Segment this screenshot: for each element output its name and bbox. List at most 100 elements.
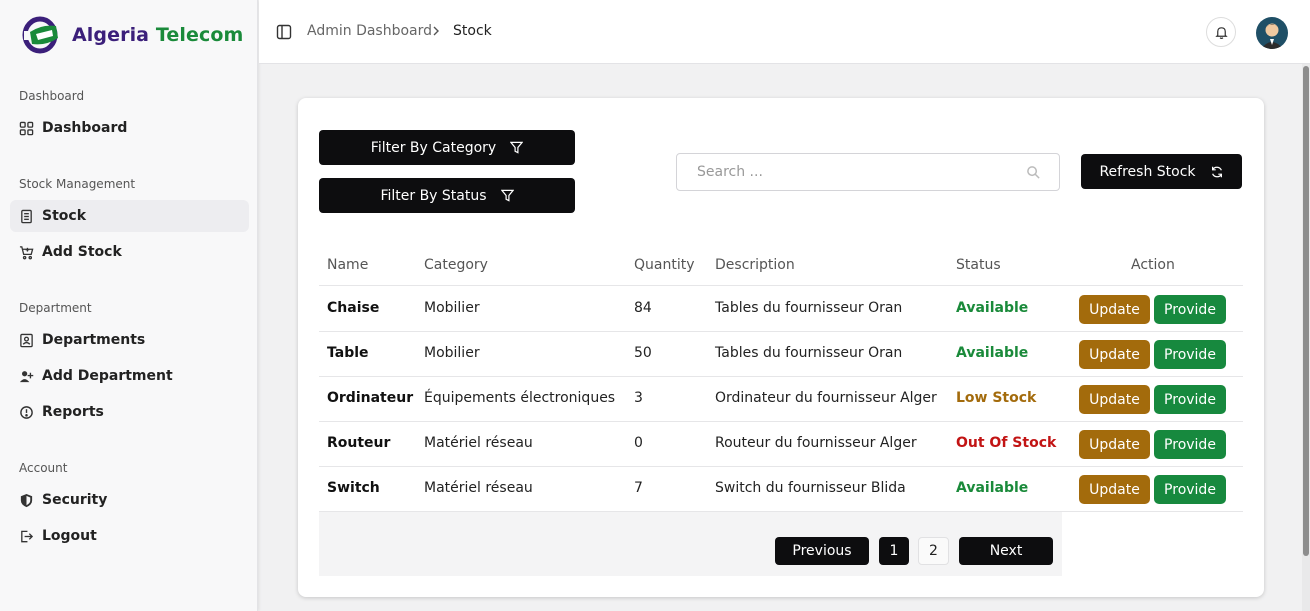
cell-category: Matériel réseau [424,480,533,496]
filter-icon [500,189,514,202]
bell-icon [1214,26,1228,39]
provide-button[interactable]: Provide [1154,295,1226,324]
brand-name: Algeria Telecom [72,24,244,46]
breadcrumb-current: Stock [453,23,492,39]
column-category[interactable]: Category [424,257,488,273]
update-button[interactable]: Update [1079,430,1150,459]
table-header: Name Category Quantity Description Statu… [319,253,1243,286]
sidebar-item-departments[interactable]: Departments [10,324,249,356]
breadcrumb-admin-dashboard[interactable]: Admin Dashboard [307,23,432,39]
algeria-telecom-logo-icon [22,16,58,54]
sidebar-item-label: Reports [42,404,104,420]
provide-button[interactable]: Provide [1154,385,1226,414]
status-badge: Available [956,300,1029,316]
brand-logo[interactable]: Algeria Telecom [22,14,243,56]
alert-circle-icon [18,404,34,420]
cell-category: Mobilier [424,300,480,316]
search-input[interactable]: Search ... [676,153,1060,191]
sidebar-item-label: Add Department [42,368,173,384]
table-row: Ordinateur Équipements électroniques 3 O… [319,377,1243,422]
update-button[interactable]: Update [1079,295,1150,324]
cell-quantity: 3 [634,390,643,406]
column-status[interactable]: Status [956,257,1001,273]
status-badge: Out Of Stock [956,435,1057,451]
sidebar-toggle-icon[interactable] [276,24,292,40]
chevron-right-icon [433,26,439,36]
user-plus-icon [18,368,34,384]
sidebar-item-label: Logout [42,528,97,544]
column-description[interactable]: Description [715,257,795,273]
filter-by-status-button[interactable]: Filter By Status [319,178,575,213]
update-button[interactable]: Update [1079,340,1150,369]
table-row: Switch Matériel réseau 7 Switch du fourn… [319,467,1243,512]
refresh-stock-button[interactable]: Refresh Stock [1081,154,1242,189]
cell-name: Routeur [327,435,391,451]
sidebar-item-label: Stock [42,208,87,224]
top-header: Admin Dashboard Stock [259,0,1310,64]
status-badge: Low Stock [956,390,1037,406]
shield-icon [18,492,34,508]
avatar[interactable] [1256,17,1288,49]
sidebar-item-label: Dashboard [42,120,128,136]
page-1-button[interactable]: 1 [879,537,909,565]
update-button[interactable]: Update [1079,475,1150,504]
stock-card: Filter By Category Filter By Status Sear… [298,98,1264,597]
sidebar-item-add-stock[interactable]: Add Stock [10,236,249,268]
status-badge: Available [956,345,1029,361]
id-card-icon [18,332,34,348]
update-button[interactable]: Update [1079,385,1150,414]
cell-name: Chaise [327,300,380,316]
filter-icon [510,141,524,154]
cell-quantity: 84 [634,300,652,316]
provide-button[interactable]: Provide [1154,340,1226,369]
grid-icon [18,120,34,136]
next-page-button[interactable]: Next [959,537,1053,565]
sidebar-group-dashboard: Dashboard [19,89,85,103]
cell-category: Mobilier [424,345,480,361]
refresh-icon [1211,166,1222,177]
sidebar-group-account: Account [19,461,68,475]
sidebar-group-department: Department [19,301,92,315]
cell-category: Matériel réseau [424,435,533,451]
sidebar-item-logout[interactable]: Logout [10,520,249,552]
cell-description: Tables du fournisseur Oran [715,300,903,316]
cell-name: Switch [327,480,380,496]
column-quantity[interactable]: Quantity [634,257,695,273]
sidebar-item-add-department[interactable]: Add Department [10,360,249,392]
table-row: Chaise Mobilier 84 Tables du fournisseur… [319,287,1243,332]
provide-button[interactable]: Provide [1154,430,1226,459]
pagination: Previous 1 2 Next [319,512,1062,576]
cart-plus-icon [18,244,34,260]
sidebar-item-label: Departments [42,332,146,348]
cell-description: Switch du fournisseur Blida [715,480,906,496]
search-icon [1027,166,1040,179]
cell-description: Ordinateur du fournisseur Alger [715,390,937,406]
filter-by-category-button[interactable]: Filter By Category [319,130,575,165]
column-action: Action [1131,257,1175,273]
cell-name: Ordinateur [327,390,414,406]
cell-quantity: 0 [634,435,643,451]
user-avatar-icon [1261,23,1283,49]
table-row: Table Mobilier 50 Tables du fournisseur … [319,332,1243,377]
provide-button[interactable]: Provide [1154,475,1226,504]
table-row: Routeur Matériel réseau 0 Routeur du fou… [319,422,1243,467]
scrollbar-thumb[interactable] [1303,66,1309,556]
sidebar-item-dashboard[interactable]: Dashboard [10,112,249,144]
sidebar-group-stock-management: Stock Management [19,177,136,191]
column-name[interactable]: Name [327,257,368,273]
status-badge: Available [956,480,1029,496]
sidebar-item-security[interactable]: Security [10,484,249,516]
document-icon [18,208,34,224]
page-2-button[interactable]: 2 [918,537,949,565]
cell-quantity: 50 [634,345,652,361]
cell-description: Routeur du fournisseur Alger [715,435,917,451]
previous-page-button[interactable]: Previous [775,537,869,565]
sidebar-item-stock[interactable]: Stock [10,200,249,232]
sidebar-item-reports[interactable]: Reports [10,396,249,428]
cell-quantity: 7 [634,480,643,496]
cell-category: Équipements électroniques [424,390,616,406]
sidebar-item-label: Security [42,492,108,508]
cell-description: Tables du fournisseur Oran [715,345,903,361]
notifications-button[interactable] [1206,17,1236,47]
sidebar-item-label: Add Stock [42,244,122,260]
